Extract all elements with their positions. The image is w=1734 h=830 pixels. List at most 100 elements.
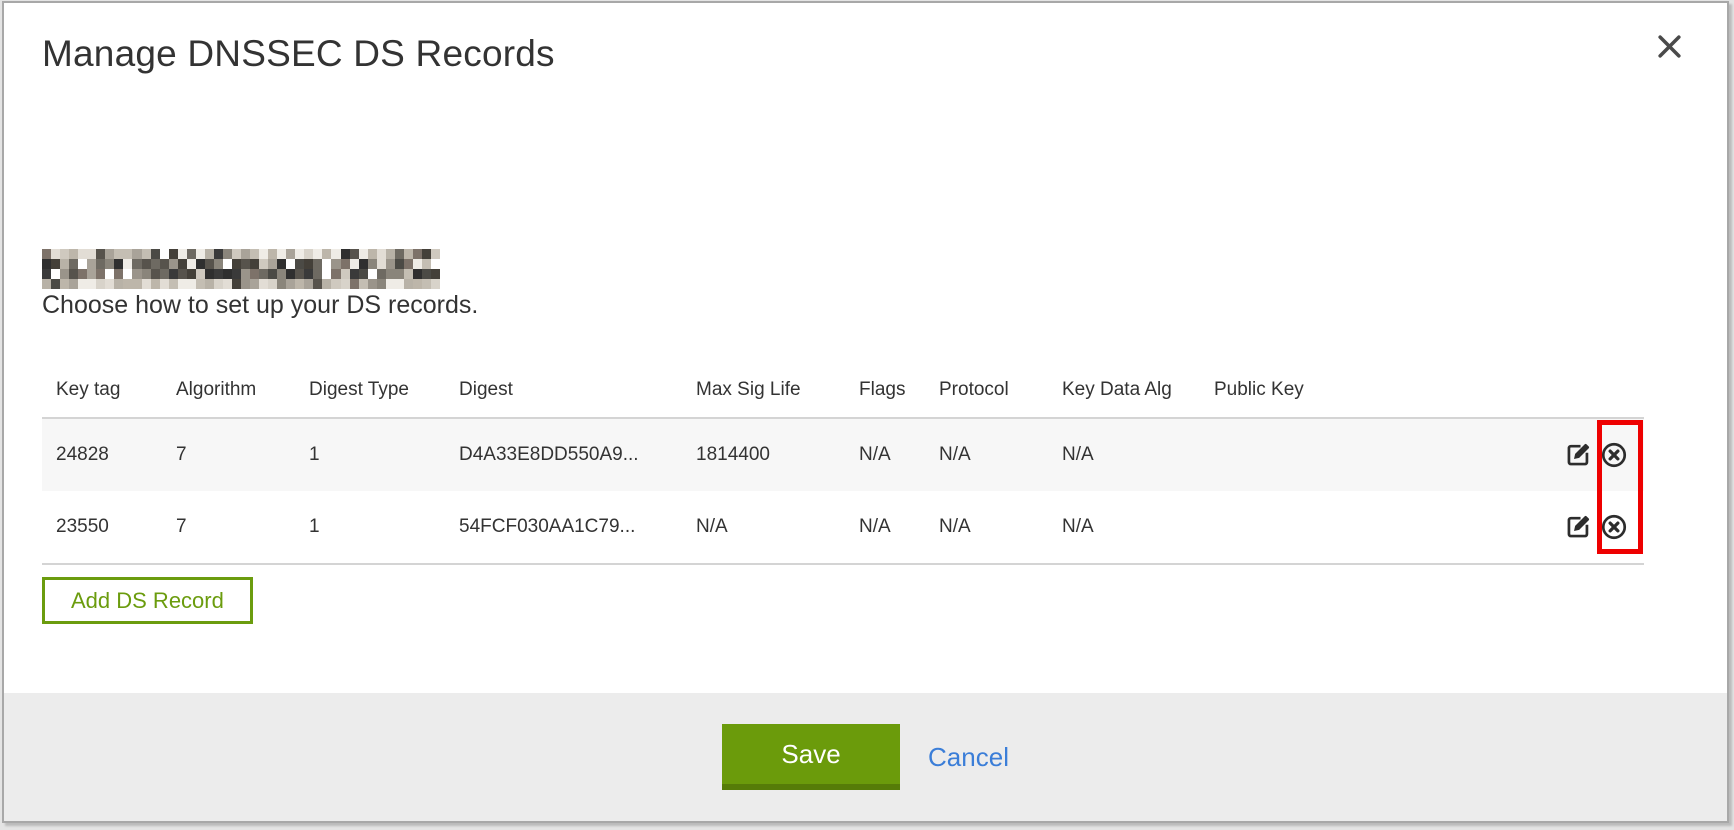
redaction-pixel (78, 279, 87, 289)
redaction-pixel (377, 249, 386, 259)
redaction-pixel (277, 269, 286, 279)
table-cell: 1814400 (682, 418, 845, 491)
redaction-pixel (386, 269, 395, 279)
redaction-pixel (286, 249, 295, 259)
redaction-pixel (404, 259, 413, 269)
redaction-pixel (286, 259, 295, 269)
redaction-pixel (114, 279, 123, 289)
close-icon (1656, 48, 1683, 63)
table-cell: N/A (925, 491, 1048, 564)
redaction-pixel (341, 259, 350, 269)
redaction-pixel (232, 279, 241, 289)
row-actions-cell (1490, 491, 1644, 564)
redaction-pixel (277, 279, 286, 289)
redaction-pixel (295, 269, 304, 279)
redaction-pixel (196, 259, 205, 269)
redaction-pixel (386, 249, 395, 259)
redaction-pixel (404, 269, 413, 279)
column-header: Digest (445, 371, 682, 418)
redaction-pixel (350, 279, 359, 289)
redaction-pixel (160, 249, 169, 259)
table-cell: N/A (925, 418, 1048, 491)
redaction-pixel (214, 259, 223, 269)
table-cell: N/A (1048, 418, 1200, 491)
redaction-pixel (313, 249, 322, 259)
redaction-pixel (123, 269, 132, 279)
table-cell (1200, 491, 1490, 564)
redaction-pixel (322, 259, 331, 269)
redaction-pixel (205, 249, 214, 259)
redaction-pixel (313, 259, 322, 269)
column-header-actions (1490, 371, 1644, 418)
column-header: Key Data Alg (1048, 371, 1200, 418)
redaction-pixel (223, 259, 232, 269)
redaction-pixel (60, 269, 69, 279)
redaction-pixel (341, 279, 350, 289)
table-row: 235507154FCF030AA1C79...N/AN/AN/AN/A (42, 491, 1644, 564)
redaction-pixel (350, 269, 359, 279)
delete-icon (1600, 513, 1628, 541)
edit-record-button[interactable] (1565, 441, 1593, 469)
redaction-pixel (368, 259, 377, 269)
add-ds-record-button[interactable]: Add DS Record (42, 577, 253, 624)
cancel-link[interactable]: Cancel (928, 742, 1009, 773)
edit-icon (1565, 513, 1592, 541)
table-cell: 23550 (42, 491, 162, 564)
delete-record-button[interactable] (1600, 513, 1628, 541)
redaction-pixel (42, 249, 51, 259)
redaction-pixel (214, 249, 223, 259)
redaction-pixel (205, 279, 214, 289)
redaction-pixel (331, 279, 340, 289)
redaction-pixel (105, 259, 114, 269)
redaction-pixel (341, 269, 350, 279)
redaction-pixel (359, 269, 368, 279)
redaction-pixel (69, 249, 78, 259)
redaction-pixel (422, 269, 431, 279)
redaction-pixel (123, 249, 132, 259)
redaction-pixel (87, 249, 96, 259)
dialog-title: Manage DNSSEC DS Records (42, 33, 555, 75)
redaction-pixel (431, 269, 440, 279)
table-cell: 1 (295, 418, 445, 491)
redaction-pixel (277, 249, 286, 259)
redaction-pixel (60, 249, 69, 259)
redaction-pixel (304, 279, 313, 289)
redaction-pixel (196, 269, 205, 279)
redaction-pixel (105, 269, 114, 279)
redaction-pixel (132, 269, 141, 279)
redaction-pixel (69, 269, 78, 279)
redaction-pixel (87, 279, 96, 289)
save-button[interactable]: Save (722, 724, 900, 790)
delete-icon (1600, 441, 1628, 469)
redaction-pixel (377, 279, 386, 289)
redaction-pixel (114, 249, 123, 259)
delete-record-button[interactable] (1600, 441, 1628, 469)
redaction-pixel (359, 259, 368, 269)
redaction-pixel (169, 279, 178, 289)
redaction-pixel (178, 279, 187, 289)
redaction-pixel (395, 279, 404, 289)
setup-instruction-text: Choose how to set up your DS records. (42, 291, 478, 320)
ds-records-table: Key tagAlgorithmDigest TypeDigestMax Sig… (42, 371, 1644, 565)
redaction-pixel (42, 279, 51, 289)
redaction-pixel (214, 269, 223, 279)
redaction-pixel (395, 259, 404, 269)
row-actions-cell (1490, 418, 1644, 491)
redaction-pixel (250, 269, 259, 279)
redaction-pixel (69, 279, 78, 289)
redaction-pixel (250, 259, 259, 269)
redaction-pixel (51, 279, 60, 289)
redaction-pixel (142, 259, 151, 269)
redaction-pixel (187, 279, 196, 289)
table-cell: 7 (162, 418, 295, 491)
edit-record-button[interactable] (1565, 513, 1593, 541)
redaction-pixel (96, 279, 105, 289)
redaction-pixel (404, 249, 413, 259)
redaction-pixel (331, 269, 340, 279)
redaction-pixel (187, 259, 196, 269)
redaction-pixel (78, 259, 87, 269)
redaction-pixel (431, 259, 440, 269)
redaction-pixel (51, 269, 60, 279)
column-header: Public Key (1200, 371, 1490, 418)
close-button[interactable] (1653, 31, 1685, 63)
